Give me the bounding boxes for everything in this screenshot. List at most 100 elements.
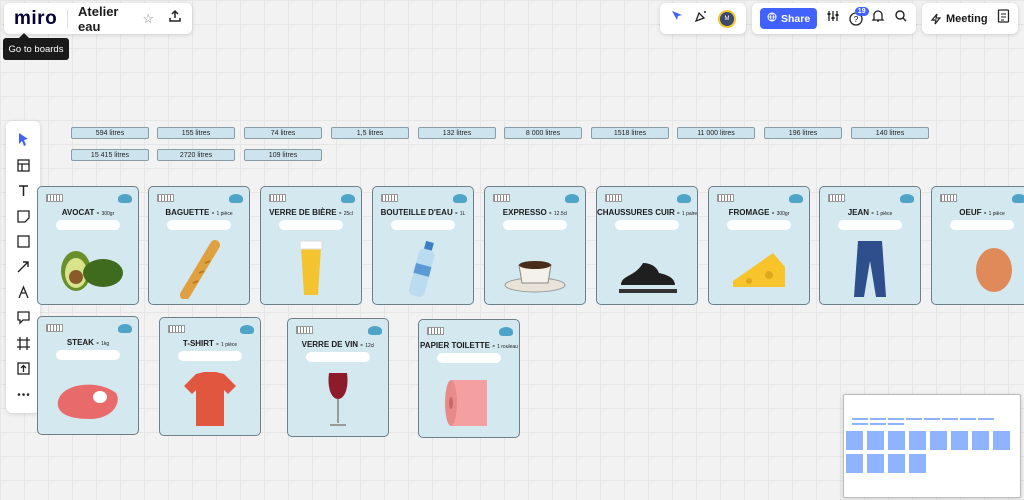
export-icon[interactable]	[168, 9, 182, 28]
select-icon[interactable]	[12, 129, 34, 151]
miro-logo[interactable]: miro	[14, 8, 57, 30]
espresso-image	[485, 235, 585, 301]
sticky-note-icon[interactable]	[12, 205, 34, 227]
divider	[67, 9, 69, 28]
qr-code	[381, 194, 398, 202]
meeting-label: Meeting	[946, 12, 988, 25]
answer-slot[interactable]	[306, 352, 370, 362]
meeting-button[interactable]: Meeting	[930, 13, 988, 25]
answer-slot[interactable]	[615, 220, 679, 230]
water-logo-icon	[118, 194, 132, 203]
qr-code	[46, 324, 63, 332]
search-icon[interactable]	[894, 9, 908, 28]
card-title: OEUF - 1 pièce	[959, 208, 1005, 217]
share-button[interactable]: Share	[760, 8, 818, 29]
answer-slot[interactable]	[279, 220, 343, 230]
comment-icon[interactable]	[12, 307, 34, 329]
globe-icon	[767, 12, 777, 25]
card-verre-de-biere[interactable]: VERRE DE BIÈRE - 25cl	[260, 186, 362, 305]
qr-code	[168, 325, 185, 333]
answer-chip[interactable]: 8 000 litres	[504, 127, 582, 139]
card-title: AVOCAT - 300gr	[61, 208, 115, 217]
minimap[interactable]	[843, 394, 1021, 498]
water-logo-icon	[341, 194, 355, 203]
wine-glass-image	[288, 367, 388, 433]
answer-slot[interactable]	[838, 220, 902, 230]
notes-icon[interactable]	[997, 9, 1010, 28]
card-verre-de-vin[interactable]: VERRE DE VIN - 12cl	[287, 318, 389, 437]
help-button[interactable]: ? 19	[848, 6, 869, 26]
card-expresso[interactable]: EXPRESSO - 12.5cl	[484, 186, 586, 305]
water-logo-icon	[789, 194, 803, 203]
board-header: miro Atelier eau ☆	[4, 3, 192, 34]
steak-image	[38, 365, 138, 431]
qr-code	[427, 327, 444, 335]
qr-code	[717, 194, 734, 202]
more-icon[interactable]	[12, 383, 34, 405]
card-title: STEAK - 1kg	[66, 338, 110, 347]
bell-icon[interactable]	[871, 9, 885, 28]
water-logo-icon	[118, 324, 132, 333]
card-title: PAPIER TOILETTE - 1 rouleau	[420, 341, 518, 350]
share-bar: Share ? 19	[752, 3, 916, 34]
answer-slot[interactable]	[391, 220, 455, 230]
answer-chip[interactable]: 1,5 litres	[331, 127, 409, 139]
frame-icon[interactable]	[12, 332, 34, 354]
answer-chip[interactable]: 74 litres	[244, 127, 322, 139]
water-logo-icon	[1012, 194, 1024, 203]
star-icon[interactable]: ☆	[142, 11, 154, 27]
answer-slot[interactable]	[950, 220, 1014, 230]
answer-slot[interactable]	[178, 351, 242, 361]
templates-icon[interactable]	[12, 154, 34, 176]
baguette-image	[149, 235, 249, 301]
card-title: CHAUSSURES CUIR - 1 paire	[597, 208, 698, 217]
pen-icon[interactable]	[12, 281, 34, 303]
answer-chip[interactable]: 140 litres	[851, 127, 929, 139]
water-logo-icon	[229, 194, 243, 203]
answer-chip[interactable]: 109 litres	[244, 149, 322, 161]
answer-chip[interactable]: 196 litres	[764, 127, 842, 139]
answer-slot[interactable]	[167, 220, 231, 230]
card-baguette[interactable]: BAGUETTE - 1 pièce	[148, 186, 250, 305]
answer-chip[interactable]: 132 litres	[418, 127, 496, 139]
card-papier-toilette[interactable]: PAPIER TOILETTE - 1 rouleau	[418, 319, 520, 438]
answer-slot[interactable]	[56, 220, 120, 230]
svg-text:?: ?	[853, 15, 858, 24]
card-fromage[interactable]: FROMAGE - 300gr	[708, 186, 810, 305]
answer-slot[interactable]	[727, 220, 791, 230]
board-name[interactable]: Atelier eau	[78, 4, 134, 34]
card-avocat[interactable]: AVOCAT - 300gr	[37, 186, 139, 305]
card-jean[interactable]: JEAN - 1 pièce	[819, 186, 921, 305]
cursor-icon[interactable]	[670, 9, 684, 28]
card-title: T-SHIRT - 1 pièce	[182, 339, 238, 348]
text-icon[interactable]	[12, 180, 34, 202]
answer-chip[interactable]: 1518 litres	[591, 127, 669, 139]
celebrate-icon[interactable]	[694, 9, 708, 28]
cheese-image	[709, 235, 809, 301]
settings-sliders-icon[interactable]	[826, 9, 840, 28]
upload-icon[interactable]	[12, 358, 34, 380]
card-oeuf[interactable]: OEUF - 1 pièce	[931, 186, 1024, 305]
answer-slot[interactable]	[503, 220, 567, 230]
qr-code	[269, 194, 286, 202]
card-chaussures-cuir[interactable]: CHAUSSURES CUIR - 1 paire	[596, 186, 698, 305]
answer-chip[interactable]: 155 litres	[157, 127, 235, 139]
answer-chip[interactable]: 15 415 litres	[71, 149, 149, 161]
avatar[interactable]: M	[718, 9, 736, 28]
answer-slot[interactable]	[56, 350, 120, 360]
shape-icon[interactable]	[12, 231, 34, 253]
answer-chip[interactable]: 594 litres	[71, 127, 149, 139]
qr-code	[605, 194, 622, 202]
card-bouteille-d-eau[interactable]: BOUTEILLE D'EAU - 1L	[372, 186, 474, 305]
card-steak[interactable]: STEAK - 1kg	[37, 316, 139, 435]
water-logo-icon	[900, 194, 914, 203]
arrow-icon[interactable]	[12, 256, 34, 278]
notification-badge: 19	[854, 6, 869, 16]
meeting-bar: Meeting	[922, 3, 1018, 34]
egg-image	[932, 235, 1024, 301]
qr-code	[296, 326, 313, 334]
card-t-shirt[interactable]: T-SHIRT - 1 pièce	[159, 317, 261, 436]
answer-chip[interactable]: 2720 litres	[157, 149, 235, 161]
answer-slot[interactable]	[437, 353, 501, 363]
answer-chip[interactable]: 11 000 litres	[677, 127, 755, 139]
